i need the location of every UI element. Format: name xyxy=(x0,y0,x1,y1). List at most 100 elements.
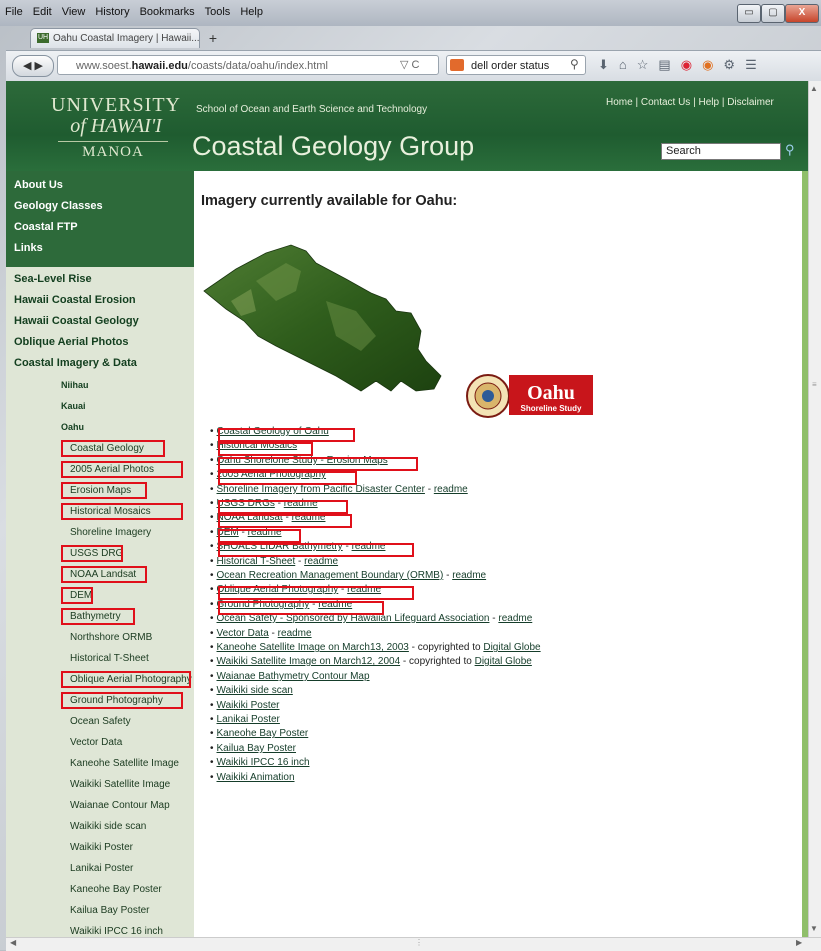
imagery-link[interactable]: Kaneohe Satellite Image on March13, 2003 xyxy=(217,642,409,653)
pocket-icon[interactable]: ◉ xyxy=(681,57,692,73)
menu-help[interactable]: Help xyxy=(240,6,263,20)
imagery-link[interactable]: Historical T-Sheet xyxy=(217,556,296,567)
subnav-item[interactable]: Shoreline Imagery xyxy=(70,527,151,538)
menu-tools[interactable]: Tools xyxy=(205,6,231,20)
subnav-item[interactable]: Bathymetry xyxy=(70,611,121,622)
download-icon[interactable]: ⬇ xyxy=(598,57,609,73)
subnav-item[interactable]: Erosion Maps xyxy=(70,485,131,496)
imagery-link[interactable]: Waikiki Animation xyxy=(217,772,295,783)
subnav-item[interactable]: Kaneohe Satellite Image xyxy=(70,758,179,769)
extension-icon[interactable]: ⚙ xyxy=(723,57,735,73)
subnav-item[interactable]: Vector Data xyxy=(70,737,122,748)
readme-link[interactable]: readme xyxy=(452,570,486,581)
subnav-item[interactable]: Waianae Contour Map xyxy=(70,800,170,811)
close-window-button[interactable]: X xyxy=(785,4,819,23)
imagery-link[interactable]: Waikiki side scan xyxy=(217,685,293,696)
reload-icon[interactable]: ▽ C xyxy=(400,58,419,71)
toplink-disclaimer[interactable]: Disclaimer xyxy=(727,97,774,108)
nav-region-niihau[interactable]: Niihau xyxy=(61,380,89,390)
nav-region-oahu[interactable]: Oahu xyxy=(61,422,84,432)
nav-region-kauai[interactable]: Kauai xyxy=(61,401,86,411)
nav-coastal-geology[interactable]: Hawaii Coastal Geology xyxy=(14,315,139,327)
imagery-link[interactable]: Historical Mosaics xyxy=(217,440,298,451)
subnav-item[interactable]: Lanikai Poster xyxy=(70,863,133,874)
subnav-item[interactable]: Oblique Aerial Photography xyxy=(70,674,192,685)
toplink-home[interactable]: Home xyxy=(606,97,633,108)
subnav-item[interactable]: USGS DRG xyxy=(70,548,123,559)
nav-coastal-imagery[interactable]: Coastal Imagery & Data xyxy=(14,357,137,369)
bookmarks-menu-icon[interactable]: ▤ xyxy=(658,57,670,73)
addon-icon[interactable]: ◉ xyxy=(702,57,713,73)
imagery-link[interactable]: Waikiki IPCC 16 inch xyxy=(217,757,310,768)
menu-history[interactable]: History xyxy=(95,6,129,20)
imagery-link[interactable]: Shoreline Imagery from Pacific Disaster … xyxy=(217,484,425,495)
nav-sea-level-rise[interactable]: Sea-Level Rise xyxy=(14,273,92,285)
readme-link[interactable]: readme xyxy=(347,584,381,595)
nav-oblique-aerial-photos[interactable]: Oblique Aerial Photos xyxy=(14,336,129,348)
address-bar[interactable]: www.soest.hawaii.edu/coasts/data/oahu/in… xyxy=(57,55,439,75)
imagery-link[interactable]: DEM xyxy=(217,527,239,538)
imagery-link[interactable]: SHOALS LIDAR Bathymetry xyxy=(217,541,343,552)
uh-manoa-logo[interactable]: UNIVERSITY of HAWAI'I MANOA xyxy=(36,95,196,161)
bookmark-star-icon[interactable]: ☆ xyxy=(637,57,649,73)
nav-geology-classes[interactable]: Geology Classes xyxy=(14,200,103,212)
subnav-item[interactable]: Waikiki Satellite Image xyxy=(70,779,170,790)
imagery-link[interactable]: Ground Photography xyxy=(217,599,310,610)
subnav-item[interactable]: 2005 Aerial Photos xyxy=(70,464,154,475)
readme-link[interactable]: readme xyxy=(278,628,312,639)
subnav-item[interactable]: Waikiki side scan xyxy=(70,821,146,832)
subnav-item[interactable]: Waikiki Poster xyxy=(70,842,133,853)
imagery-link[interactable]: USGS DRGs xyxy=(217,498,275,509)
browser-tab[interactable]: UH Oahu Coastal Imagery | Hawaii... xyxy=(30,28,200,48)
imagery-link[interactable]: Vector Data xyxy=(217,628,269,639)
menu-edit[interactable]: Edit xyxy=(33,6,52,20)
horizontal-scroll-grip-icon[interactable]: ⋮ xyxy=(415,938,423,947)
nav-about-us[interactable]: About Us xyxy=(14,179,63,191)
back-forward-buttons[interactable]: ◀ ▶ xyxy=(12,55,54,77)
scroll-left-arrow-icon[interactable]: ◀ xyxy=(10,938,16,947)
imagery-link[interactable]: Waikiki Satellite Image on March12, 2004 xyxy=(217,656,401,667)
home-icon[interactable]: ⌂ xyxy=(619,57,627,73)
search-bar[interactable]: dell order status xyxy=(446,55,586,75)
search-icon[interactable]: ⚲ xyxy=(785,142,795,158)
readme-link[interactable]: readme xyxy=(352,541,386,552)
imagery-link[interactable]: Lanikai Poster xyxy=(217,714,280,725)
menu-bookmarks[interactable]: Bookmarks xyxy=(140,6,195,20)
copyright-link[interactable]: Digital Globe xyxy=(475,656,532,667)
imagery-link[interactable]: Kailua Bay Poster xyxy=(217,743,297,754)
imagery-link[interactable]: Coastal Geology of Oahu xyxy=(217,426,329,437)
subnav-item[interactable]: Historical Mosaics xyxy=(70,506,151,517)
imagery-link[interactable]: Waianae Bathymetry Contour Map xyxy=(217,671,370,682)
toplink-contact[interactable]: Contact Us xyxy=(641,97,690,108)
nav-links[interactable]: Links xyxy=(14,242,43,254)
imagery-link[interactable]: Ocean Safety - Sponsored by Hawaiian Lif… xyxy=(217,613,490,624)
scroll-down-arrow-icon[interactable]: ▼ xyxy=(810,924,818,933)
subnav-item[interactable]: Kaneohe Bay Poster xyxy=(70,884,162,895)
subnav-item[interactable]: DEM xyxy=(70,590,92,601)
imagery-link[interactable]: Kaneohe Bay Poster xyxy=(217,728,309,739)
minimize-button[interactable]: ▭ xyxy=(737,4,761,23)
maximize-button[interactable]: ▢ xyxy=(761,4,785,23)
imagery-link[interactable]: Ocean Recreation Management Boundary (OR… xyxy=(217,570,444,581)
subnav-item[interactable]: Northshore ORMB xyxy=(70,632,152,643)
nav-coastal-ftp[interactable]: Coastal FTP xyxy=(14,221,78,233)
readme-link[interactable]: readme xyxy=(318,599,352,610)
readme-link[interactable]: readme xyxy=(434,484,468,495)
imagery-link[interactable]: Oahu Shorelone Study - Erosion Maps xyxy=(217,455,388,466)
readme-link[interactable]: readme xyxy=(304,556,338,567)
imagery-link[interactable]: NOAA Landsat xyxy=(217,512,283,523)
subnav-item[interactable]: Kailua Bay Poster xyxy=(70,905,150,916)
subnav-item[interactable]: Ocean Safety xyxy=(70,716,131,727)
search-engine-icon[interactable] xyxy=(450,59,464,71)
site-search-input[interactable]: Search xyxy=(661,143,781,160)
imagery-link[interactable]: Oblique Aerial Photography xyxy=(217,584,339,595)
nav-coastal-erosion[interactable]: Hawaii Coastal Erosion xyxy=(14,294,136,306)
imagery-link[interactable]: 2005 Aerial Photography xyxy=(217,469,327,480)
subnav-item[interactable]: Historical T-Sheet xyxy=(70,653,149,664)
readme-link[interactable]: readme xyxy=(292,512,326,523)
readme-link[interactable]: readme xyxy=(498,613,532,624)
subnav-item[interactable]: NOAA Landsat xyxy=(70,569,136,580)
readme-link[interactable]: readme xyxy=(284,498,318,509)
scroll-up-arrow-icon[interactable]: ▲ xyxy=(810,84,818,93)
menu-hamburger-icon[interactable]: ☰ xyxy=(745,57,757,73)
